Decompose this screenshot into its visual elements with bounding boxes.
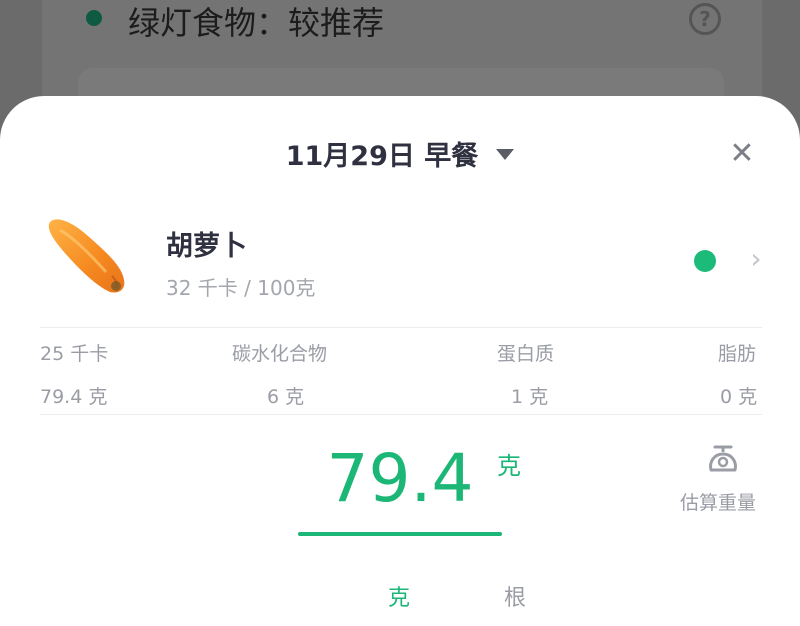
nutrition-value-weight: 79.4 克 [40, 386, 108, 408]
estimate-weight-label: 估算重量 [680, 492, 757, 514]
nutrition-label-protein: 蛋白质 [497, 343, 555, 365]
caret-down-icon [496, 149, 515, 160]
chevron-right-icon[interactable]: › [744, 244, 768, 274]
question-circle-icon: ? [689, 3, 721, 35]
amount-input[interactable]: 79.4 [300, 440, 500, 517]
green-dot-icon [86, 10, 102, 26]
meal-selector-label: 11月29日 早餐 [285, 141, 479, 172]
nutrition-value-protein: 1 克 [511, 386, 549, 408]
nutrition-value-carbs: 6 克 [267, 386, 305, 408]
scale-icon [709, 445, 737, 472]
divider [40, 327, 762, 328]
unit-tab-gram[interactable]: 克 [388, 580, 410, 612]
nutrition-label-carbs: 碳水化合物 [232, 343, 328, 365]
food-calories-per-100g: 32 千卡 / 100克 [166, 276, 316, 300]
background-section-title: 绿灯食物：较推荐 [128, 4, 385, 42]
nutrition-label-fat: 脂肪 [718, 343, 757, 365]
carrot-image [48, 219, 125, 293]
unit-tab-piece[interactable]: 根 [504, 580, 526, 612]
amount-input-underline [298, 532, 502, 536]
nutrition-value-fat: 0 克 [720, 386, 758, 408]
meal-selector[interactable]: 11月29日 早餐 [0, 134, 800, 173]
food-entry-sheet: 11月29日 早餐 ✕ 胡萝卜 32 千卡 / 100克 › 25 千卡 碳水化… [0, 96, 800, 626]
nutrition-label-calories: 25 千卡 [40, 343, 109, 365]
food-name: 胡萝卜 [166, 231, 247, 262]
green-status-dot-icon [694, 250, 716, 272]
amount-unit-label: 克 [497, 452, 521, 480]
close-icon[interactable]: ✕ [728, 139, 756, 169]
divider [40, 414, 762, 415]
